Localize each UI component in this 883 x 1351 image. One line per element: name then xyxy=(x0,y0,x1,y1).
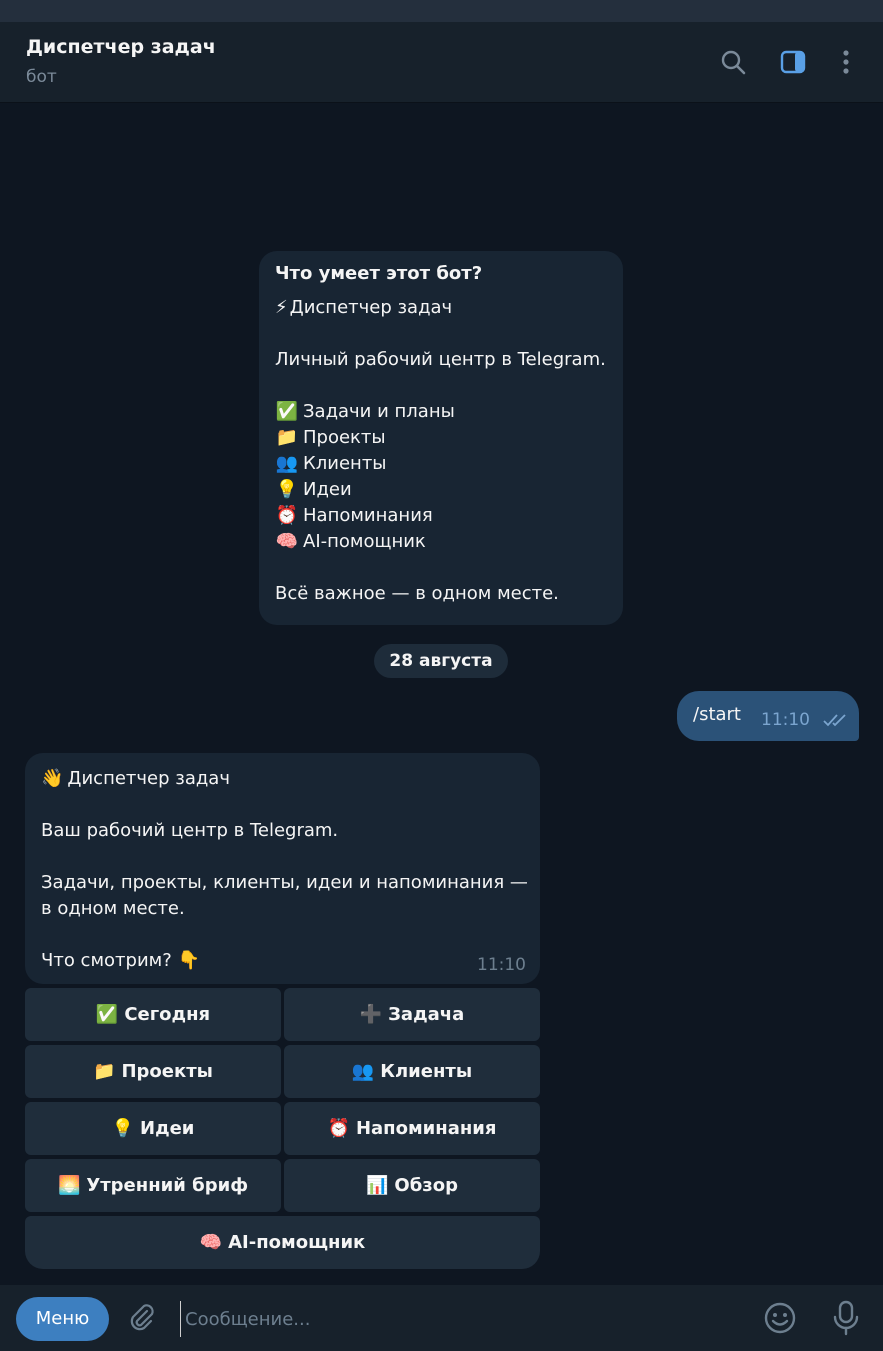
feature-item: ✅ Задачи и планы xyxy=(275,399,607,425)
brain-icon: 🧠 xyxy=(275,531,299,552)
bot-description-line: Личный рабочий центр в Telegram. xyxy=(275,349,606,370)
message-time: 11:10 xyxy=(477,955,526,975)
window-top-strip xyxy=(0,0,883,22)
chat-subtitle: бот xyxy=(26,67,57,87)
folder-icon: 📁 xyxy=(93,1061,116,1082)
chat-area[interactable]: Что умеет этот бот? ⚡ Диспетчер задач Лич… xyxy=(0,103,883,1285)
feature-item: 🧠 AI-помощник xyxy=(275,529,607,555)
alarm-clock-icon: ⏰ xyxy=(327,1118,350,1139)
checkmark-icon: ✅ xyxy=(275,401,299,422)
sunrise-icon: 🌅 xyxy=(57,1175,81,1196)
bot-description-title: Что умеет этот бот? xyxy=(275,263,483,284)
outgoing-message-text: /start xyxy=(693,704,741,725)
chat-header: Диспетчер задач бот xyxy=(0,22,883,103)
feature-item: 📁 Проекты xyxy=(275,425,607,451)
lightbulb-icon: 💡 xyxy=(111,1118,134,1139)
people-icon: 👥 xyxy=(275,453,299,474)
brain-icon: 🧠 xyxy=(199,1232,223,1253)
waving-hand-icon: 👋 xyxy=(41,768,64,789)
search-icon[interactable] xyxy=(719,48,747,76)
bot-message: 👋 Диспетчер задач Ваш рабочий центр в Tel… xyxy=(25,753,540,984)
feature-item: 👥 Клиенты xyxy=(275,451,607,477)
bot-message-line: в одном месте. xyxy=(41,898,185,919)
clients-button[interactable]: 👥 Клиенты xyxy=(284,1045,540,1098)
folder-icon: 📁 xyxy=(275,427,299,448)
projects-button[interactable]: 📁 Проекты xyxy=(25,1045,281,1098)
bot-description-footer: Всё важное — в одном месте. xyxy=(275,583,559,604)
ai-assistant-button[interactable]: 🧠 AI-помощник xyxy=(25,1216,540,1269)
bar-chart-icon: 📊 xyxy=(365,1175,389,1196)
feature-item: 💡 Идеи xyxy=(275,477,607,503)
bot-message-question: Что смотрим? 👇 xyxy=(41,948,524,974)
date-separator: 28 августа xyxy=(374,644,508,678)
menu-button[interactable]: Меню xyxy=(16,1297,109,1341)
message-input[interactable] xyxy=(180,1301,747,1337)
chat-title[interactable]: Диспетчер задач xyxy=(26,36,216,58)
bot-message-line: Задачи, проекты, клиенты, идеи и напомин… xyxy=(41,872,528,893)
microphone-icon[interactable] xyxy=(830,1299,862,1337)
add-task-button[interactable]: ➕ Задача xyxy=(284,988,540,1041)
bot-message-title: 👋 Диспетчер задач xyxy=(41,766,524,792)
plus-icon: ➕ xyxy=(359,1004,383,1025)
emoji-icon[interactable] xyxy=(763,1301,797,1335)
overview-button[interactable]: 📊 Обзор xyxy=(284,1159,540,1212)
today-button[interactable]: ✅ Сегодня xyxy=(25,988,281,1041)
paperclip-icon[interactable] xyxy=(126,1302,158,1334)
bot-description-card: Что умеет этот бот? ⚡ Диспетчер задач Лич… xyxy=(259,251,623,625)
pointing-down-icon: 👇 xyxy=(177,950,200,971)
checkmark-icon: ✅ xyxy=(95,1004,119,1025)
message-time: 11:10 xyxy=(761,710,810,730)
bot-description-name: ⚡ Диспетчер задач xyxy=(275,295,607,321)
ideas-button[interactable]: 💡 Идеи xyxy=(25,1102,281,1155)
morning-brief-button[interactable]: 🌅 Утренний бриф xyxy=(25,1159,281,1212)
lightbulb-icon: 💡 xyxy=(275,479,299,500)
sidebar-toggle-icon[interactable] xyxy=(779,48,807,76)
alarm-clock-icon: ⏰ xyxy=(275,505,299,526)
message-composer: Меню xyxy=(0,1285,883,1351)
feature-item: ⏰ Напоминания xyxy=(275,503,607,529)
people-icon: 👥 xyxy=(351,1061,375,1082)
double-check-icon xyxy=(823,714,846,727)
bot-message-line: Ваш рабочий центр в Telegram. xyxy=(41,820,339,841)
reminders-button[interactable]: ⏰ Напоминания xyxy=(284,1102,540,1155)
more-vertical-icon[interactable] xyxy=(832,48,860,76)
outgoing-message[interactable]: /start 11:10 xyxy=(677,691,859,741)
lightning-icon: ⚡ xyxy=(275,297,288,318)
